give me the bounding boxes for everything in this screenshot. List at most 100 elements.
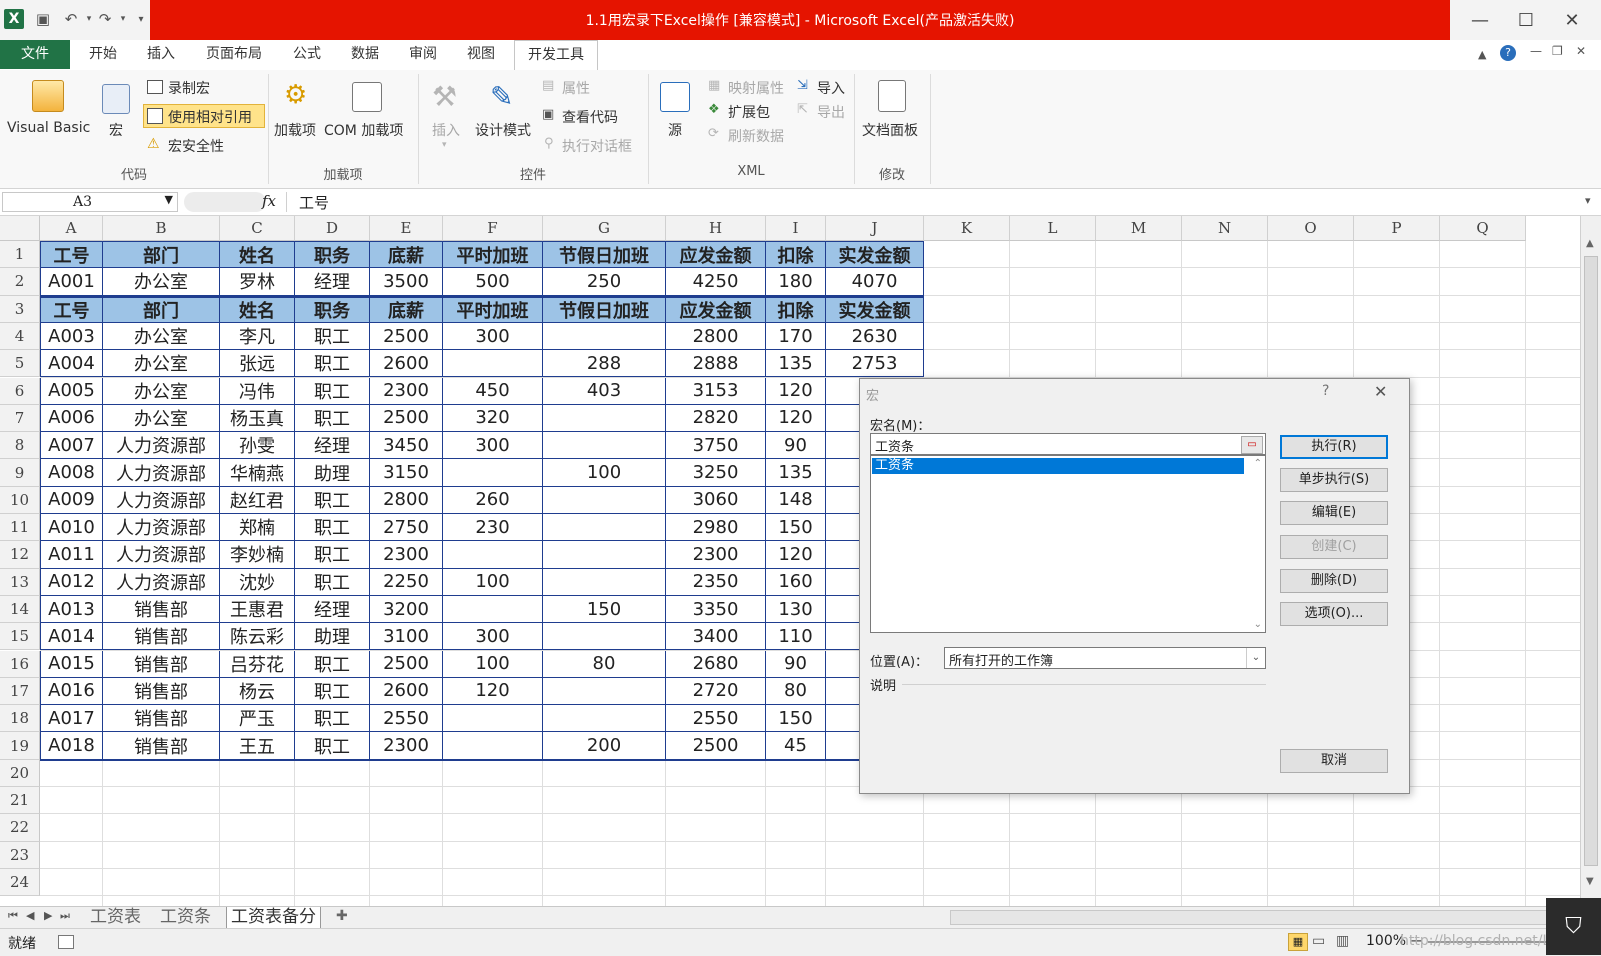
table-cell[interactable]: 148 bbox=[766, 486, 826, 514]
table-cell[interactable]: 助理 bbox=[295, 459, 370, 487]
scroll-up-icon[interactable]: ▲ bbox=[1586, 238, 1594, 249]
column-header[interactable]: O bbox=[1268, 216, 1354, 241]
save-icon[interactable]: ▣ bbox=[34, 10, 52, 28]
row-header[interactable]: 16 bbox=[0, 650, 40, 678]
view-code-button[interactable]: 查看代码 bbox=[562, 107, 618, 127]
row-header[interactable]: 6 bbox=[0, 377, 40, 405]
table-cell[interactable]: A013 bbox=[40, 595, 103, 624]
table-cell[interactable]: 2750 bbox=[370, 514, 443, 542]
properties-button[interactable]: 属性 bbox=[562, 78, 590, 98]
column-header[interactable]: Q bbox=[1440, 216, 1526, 241]
table-cell[interactable]: 2888 bbox=[666, 350, 766, 378]
prev-sheet-icon[interactable]: ◀ bbox=[26, 909, 34, 922]
list-scroll-up-icon[interactable]: ⌃ bbox=[1254, 458, 1262, 469]
table-cell[interactable]: 200 bbox=[543, 732, 666, 760]
table-header-cell[interactable]: 节假日加班 bbox=[543, 295, 666, 323]
row-header[interactable]: 7 bbox=[0, 404, 40, 433]
table-cell[interactable]: 80 bbox=[543, 650, 666, 678]
new-sheet-icon[interactable]: ✚ bbox=[336, 908, 348, 924]
table-cell[interactable]: 2550 bbox=[370, 705, 443, 733]
table-cell[interactable] bbox=[543, 541, 666, 569]
table-cell[interactable]: 办公室 bbox=[103, 268, 220, 296]
row-header[interactable]: 1 bbox=[0, 241, 40, 269]
table-cell[interactable]: A017 bbox=[40, 705, 103, 733]
table-cell[interactable]: 赵红君 bbox=[220, 486, 295, 514]
column-header[interactable]: H bbox=[666, 216, 766, 241]
row-header[interactable]: 3 bbox=[0, 295, 40, 323]
map-properties-button[interactable]: 映射属性 bbox=[728, 78, 784, 98]
table-cell[interactable]: 沈妙 bbox=[220, 568, 295, 596]
sheet-tab[interactable]: 工资条 bbox=[156, 907, 215, 928]
table-cell[interactable]: 人力资源部 bbox=[103, 459, 220, 487]
table-cell[interactable] bbox=[543, 514, 666, 542]
table-cell[interactable]: 华楠燕 bbox=[220, 459, 295, 487]
table-cell[interactable]: 2800 bbox=[666, 322, 766, 351]
table-cell[interactable]: 2800 bbox=[370, 486, 443, 514]
delete-button[interactable]: 删除(D) bbox=[1280, 569, 1388, 593]
table-cell[interactable]: 严玉 bbox=[220, 705, 295, 733]
table-cell[interactable]: 150 bbox=[543, 595, 666, 624]
row-header[interactable]: 4 bbox=[0, 322, 40, 351]
table-cell[interactable]: A018 bbox=[40, 732, 103, 760]
table-header-cell[interactable]: 实发金额 bbox=[826, 241, 924, 269]
sheet-tab-active[interactable]: 工资表备分 bbox=[226, 907, 321, 928]
table-cell[interactable]: 120 bbox=[766, 541, 826, 569]
close-button[interactable]: ✕ bbox=[1552, 6, 1592, 34]
list-scroll-down-icon[interactable]: ⌄ bbox=[1254, 619, 1262, 630]
table-cell[interactable]: 320 bbox=[443, 404, 543, 433]
table-cell[interactable]: 经理 bbox=[295, 595, 370, 624]
table-cell[interactable]: 2550 bbox=[666, 705, 766, 733]
column-header[interactable]: J bbox=[826, 216, 924, 241]
table-cell[interactable]: 90 bbox=[766, 650, 826, 678]
collapse-dialog-icon[interactable]: ▭ bbox=[1241, 436, 1263, 454]
table-cell[interactable]: 王惠君 bbox=[220, 595, 295, 624]
dialog-close-button[interactable]: ✕ bbox=[1374, 382, 1387, 401]
column-header[interactable]: K bbox=[924, 216, 1010, 241]
table-cell[interactable]: 2500 bbox=[370, 650, 443, 678]
table-header-cell[interactable]: 实发金额 bbox=[826, 295, 924, 323]
macro-list[interactable]: 工资条 ⌃ ⌄ bbox=[870, 455, 1266, 633]
table-header-cell[interactable]: 职务 bbox=[295, 241, 370, 269]
table-cell[interactable]: 人力资源部 bbox=[103, 486, 220, 514]
row-header[interactable]: 23 bbox=[0, 841, 40, 869]
table-cell[interactable]: 2250 bbox=[370, 568, 443, 596]
table-cell[interactable]: 2720 bbox=[666, 677, 766, 706]
row-header[interactable]: 5 bbox=[0, 350, 40, 378]
table-cell[interactable]: 3200 bbox=[370, 595, 443, 624]
table-cell[interactable]: 2500 bbox=[666, 732, 766, 760]
table-cell[interactable]: A007 bbox=[40, 432, 103, 460]
table-cell[interactable]: 吕芬花 bbox=[220, 650, 295, 678]
formula-input[interactable]: 工号 bbox=[286, 192, 1583, 212]
column-header[interactable]: A bbox=[40, 216, 103, 241]
table-header-cell[interactable]: 姓名 bbox=[220, 241, 295, 269]
table-cell[interactable]: 销售部 bbox=[103, 732, 220, 760]
table-cell[interactable]: 300 bbox=[443, 623, 543, 651]
table-cell[interactable]: 45 bbox=[766, 732, 826, 760]
customize-qat-icon[interactable]: ▾ bbox=[132, 10, 150, 28]
maximize-button[interactable]: ☐ bbox=[1506, 6, 1546, 34]
table-cell[interactable]: 张远 bbox=[220, 350, 295, 378]
column-header[interactable]: N bbox=[1182, 216, 1268, 241]
table-cell[interactable] bbox=[543, 322, 666, 351]
table-cell[interactable]: 人力资源部 bbox=[103, 541, 220, 569]
page-break-view-icon[interactable]: ▥ bbox=[1336, 933, 1349, 949]
table-cell[interactable]: 3500 bbox=[370, 268, 443, 296]
tab-developer[interactable]: 开发工具 bbox=[514, 40, 598, 71]
table-cell[interactable]: 职工 bbox=[295, 541, 370, 569]
table-cell[interactable]: 人力资源部 bbox=[103, 568, 220, 596]
table-cell[interactable]: 2600 bbox=[370, 350, 443, 378]
table-cell[interactable]: 160 bbox=[766, 568, 826, 596]
table-cell[interactable] bbox=[543, 432, 666, 460]
macro-security-button[interactable]: 宏安全性 bbox=[168, 136, 224, 156]
table-cell[interactable]: 助理 bbox=[295, 623, 370, 651]
table-cell[interactable]: 4250 bbox=[666, 268, 766, 296]
table-cell[interactable] bbox=[543, 705, 666, 733]
column-header[interactable]: M bbox=[1096, 216, 1182, 241]
table-cell[interactable]: 孙雯 bbox=[220, 432, 295, 460]
table-cell[interactable]: 2820 bbox=[666, 404, 766, 433]
table-cell[interactable]: 职工 bbox=[295, 568, 370, 596]
table-cell[interactable]: A011 bbox=[40, 541, 103, 569]
column-header[interactable]: E bbox=[370, 216, 443, 241]
table-cell[interactable]: 150 bbox=[766, 705, 826, 733]
table-cell[interactable]: 100 bbox=[543, 459, 666, 487]
